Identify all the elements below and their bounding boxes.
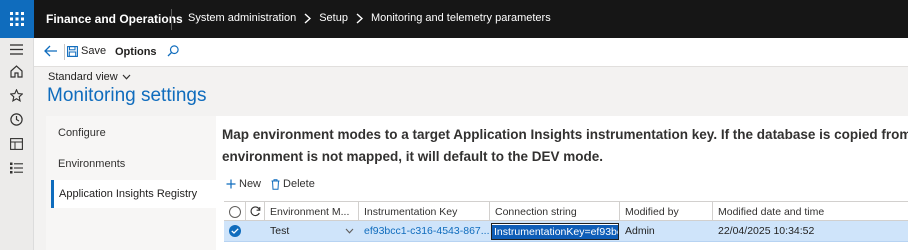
- cell-modified-by: Admin: [625, 225, 655, 237]
- registry-grid: Environment M... ↑ Instrumentation Key C…: [224, 201, 908, 250]
- tab-configure-label: Configure: [58, 127, 106, 139]
- description-line-2: environment is not mapped, it will defau…: [222, 149, 604, 164]
- top-bar: Finance and Operations System administra…: [0, 0, 908, 38]
- topbar-divider: [171, 9, 172, 30]
- column-header-modified-by[interactable]: Modified by: [620, 202, 713, 221]
- list-icon[interactable]: [9, 160, 24, 175]
- chevron-right-icon: [304, 12, 312, 24]
- breadcrumb-item-monitoring[interactable]: Monitoring and telemetry parameters: [371, 12, 551, 24]
- column-header-connection-string[interactable]: Connection string: [490, 202, 620, 221]
- new-button-label: New: [239, 178, 262, 190]
- checkmark-icon: [229, 225, 241, 237]
- refresh-icon[interactable]: [246, 202, 265, 221]
- clock-icon[interactable]: [9, 112, 24, 127]
- chevron-right-icon: [356, 12, 363, 24]
- tab-application-insights-registry[interactable]: Application Insights Registry: [51, 180, 216, 208]
- options-tab[interactable]: Options: [115, 46, 157, 58]
- select-all-circle: [228, 205, 241, 218]
- table-row[interactable]: Test ef93bcc1-c316-4543-867... Instrumen…: [224, 221, 908, 242]
- column-header-environment-mode[interactable]: Environment M... ↑: [265, 202, 359, 221]
- back-arrow-icon[interactable]: [44, 45, 58, 60]
- vertical-tabs: Configure Environments Application Insig…: [46, 116, 216, 250]
- connection-string-selected-text: InstrumentationKey=ef93bcc: [492, 225, 618, 239]
- description-text: Map environment modes to a target Applic…: [222, 124, 908, 168]
- select-all-checkbox[interactable]: [224, 202, 246, 221]
- chevron-down-icon[interactable]: [343, 221, 359, 241]
- breadcrumb-item-system-administration[interactable]: System administration: [188, 12, 296, 24]
- view-selector[interactable]: Standard view: [48, 71, 131, 83]
- tab-environments[interactable]: Environments: [51, 150, 216, 178]
- breadcrumb: System administration Setup Monitoring a…: [188, 12, 551, 24]
- column-header-environment-mode-label: Environment M...: [270, 205, 350, 218]
- tab-configure[interactable]: Configure: [51, 119, 216, 147]
- grid-action-bar: New Delete: [226, 178, 325, 190]
- action-pane: Save Options: [34, 38, 908, 67]
- star-icon[interactable]: [9, 88, 24, 103]
- column-header-modified-date-time[interactable]: Modified date and time: [713, 202, 908, 221]
- view-name: Standard view: [48, 71, 118, 83]
- breadcrumb-item-setup[interactable]: Setup: [319, 12, 348, 24]
- hamburger-icon[interactable]: [9, 42, 24, 57]
- action-pane-divider: [64, 44, 65, 60]
- new-button[interactable]: New: [226, 178, 261, 190]
- save-button-label: Save: [81, 45, 107, 57]
- save-icon: [67, 45, 78, 57]
- cell-modified-date-time: 22/04/2025 10:34:52: [718, 225, 815, 237]
- tab-application-insights-registry-label: Application Insights Registry: [59, 188, 198, 200]
- app-name[interactable]: Finance and Operations: [46, 12, 183, 26]
- column-header-instrumentation-key[interactable]: Instrumentation Key: [359, 202, 490, 221]
- delete-button[interactable]: Delete: [271, 178, 315, 190]
- workspace-icon[interactable]: [9, 136, 24, 151]
- chevron-down-icon: [122, 74, 131, 80]
- plus-icon: [226, 179, 236, 189]
- row-select-checkbox[interactable]: [224, 221, 246, 241]
- left-navigation: [0, 38, 34, 250]
- cell-instrumentation-key[interactable]: ef93bcc1-c316-4543-867...: [359, 221, 490, 241]
- delete-button-label: Delete: [283, 178, 315, 190]
- app-launcher-icon[interactable]: [0, 0, 34, 38]
- grid-header: Environment M... ↑ Instrumentation Key C…: [224, 201, 908, 221]
- search-icon[interactable]: [167, 45, 179, 60]
- home-icon[interactable]: [9, 64, 24, 79]
- description-line-1: Map environment modes to a target Applic…: [222, 127, 908, 142]
- page-title: Monitoring settings: [47, 85, 207, 106]
- save-button[interactable]: Save: [67, 45, 106, 57]
- connection-string-input[interactable]: InstrumentationKey=ef93bcc: [491, 223, 619, 240]
- trash-icon: [271, 178, 280, 190]
- tab-environments-label: Environments: [58, 158, 126, 170]
- cell-environment-mode[interactable]: Test: [265, 221, 343, 241]
